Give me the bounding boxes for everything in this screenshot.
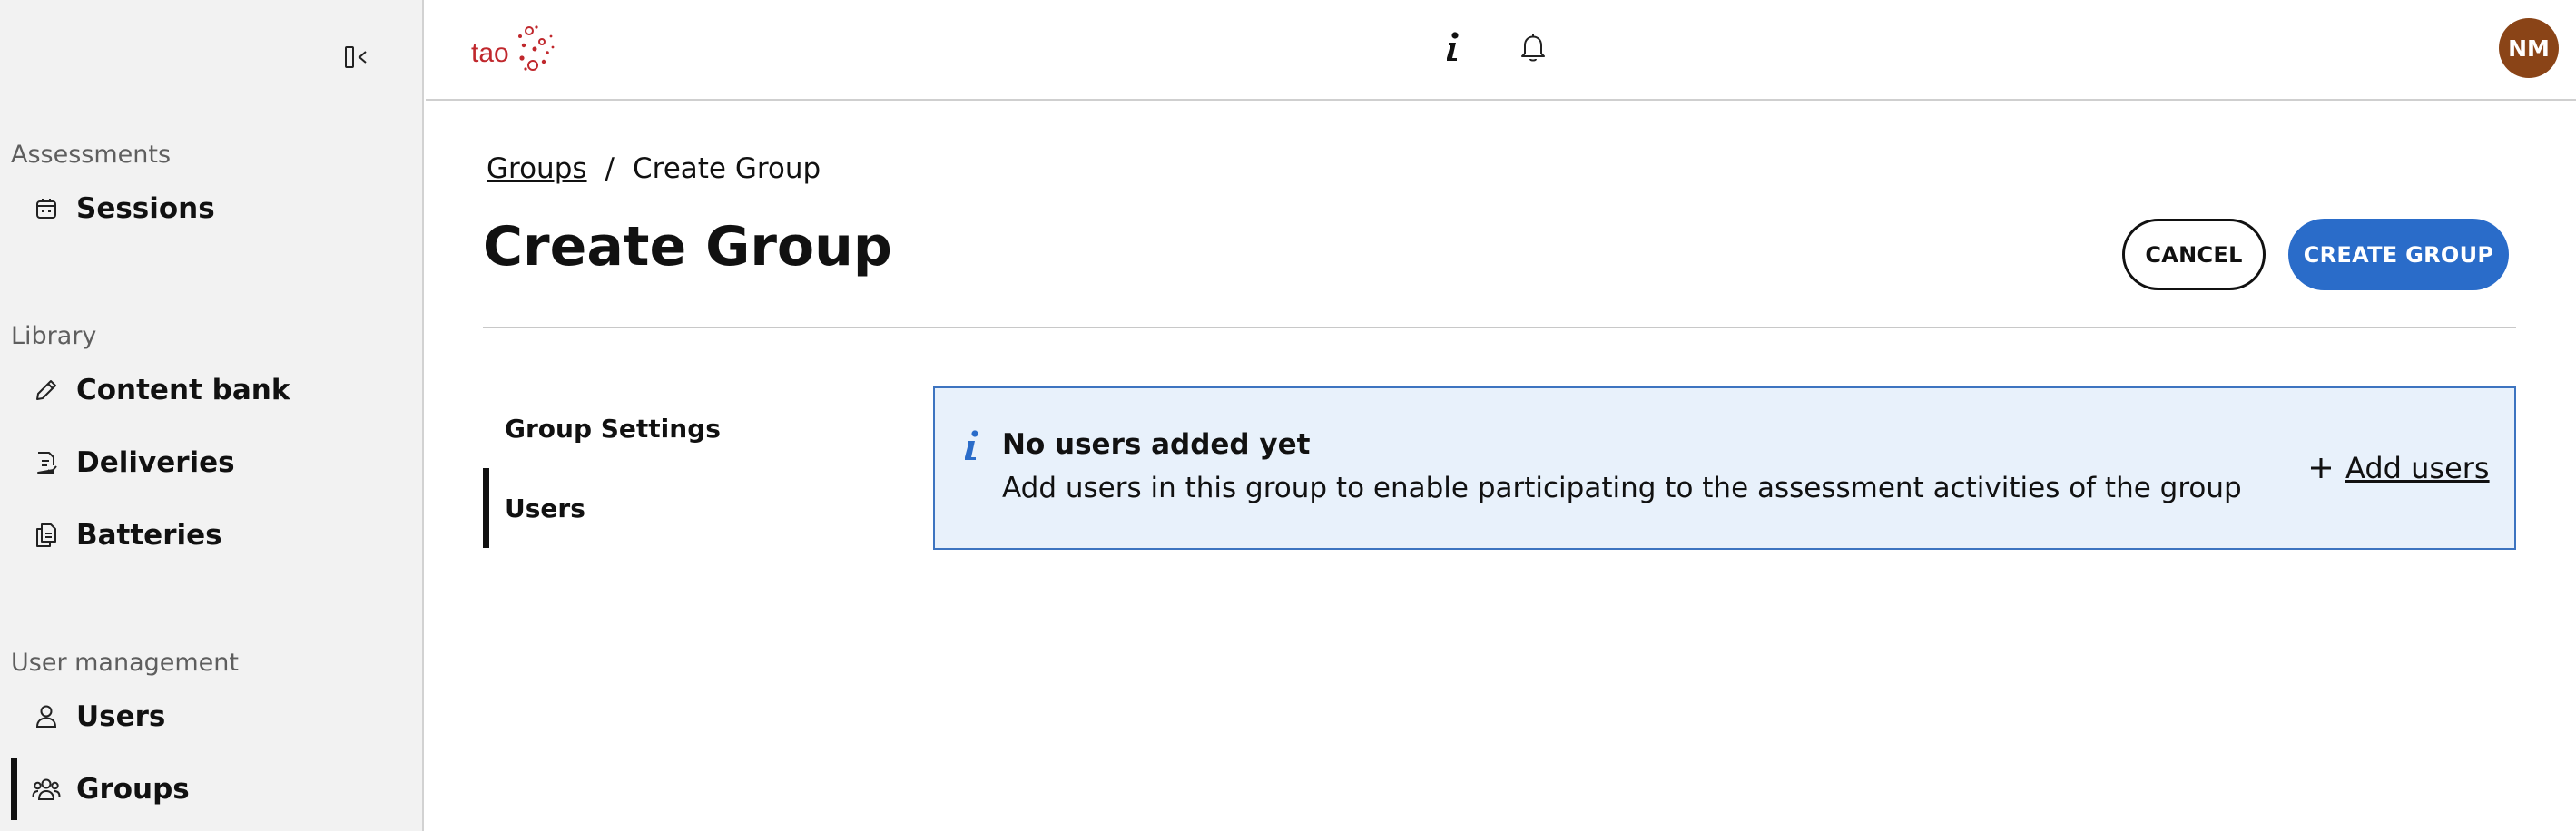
sidebar-item-content-bank[interactable]: Content bank [11, 361, 414, 419]
sidebar-collapse-icon [344, 45, 371, 73]
plus-icon [2307, 455, 2335, 482]
top-header: tao NM [426, 0, 2576, 101]
section-label-assessments: Assessments [11, 141, 172, 169]
user-avatar[interactable]: NM [2499, 18, 2559, 78]
add-users-button[interactable]: Add users [2307, 448, 2490, 488]
subnav-group-settings[interactable]: Group Settings [483, 388, 891, 468]
tao-logo[interactable]: tao [469, 22, 560, 78]
sidebar-item-sessions[interactable]: Sessions [11, 180, 414, 238]
sidebar-item-users[interactable]: Users [11, 688, 414, 746]
info-icon [962, 428, 989, 466]
calendar-icon [31, 193, 62, 224]
document-check-icon [31, 447, 62, 478]
subnav-users[interactable]: Users [483, 468, 891, 548]
info-panel-description: Add users in this group to enable partic… [1002, 472, 2242, 504]
breadcrumb-separator: / [605, 152, 615, 185]
sidebar-collapse-button[interactable] [339, 44, 376, 74]
page-title: Create Group [483, 215, 892, 279]
sidebar-item-batteries[interactable]: Batteries [11, 506, 414, 564]
user-icon [31, 701, 62, 732]
no-users-info-panel: No users added yet Add users in this gro… [933, 386, 2516, 550]
breadcrumb-link-groups[interactable]: Groups [487, 152, 587, 185]
sidebar-item-label: Sessions [76, 192, 215, 225]
cancel-button[interactable]: CANCEL [2122, 219, 2266, 290]
logo-text: tao [471, 38, 509, 68]
sidebar-item-label: Batteries [76, 519, 222, 552]
sidebar-item-label: Groups [76, 773, 190, 806]
bell-icon [1519, 32, 1547, 66]
sidebar-item-label: Deliveries [76, 446, 235, 479]
sidebar-item-label: Users [76, 700, 166, 733]
create-group-button[interactable]: CREATE GROUP [2288, 219, 2509, 290]
section-label-user-management: User management [11, 649, 239, 677]
info-panel-title: No users added yet [1002, 428, 1311, 461]
sidebar-item-deliveries[interactable]: Deliveries [11, 434, 414, 492]
breadcrumb: Groups / Create Group [487, 152, 821, 185]
pencil-icon [31, 375, 62, 406]
header-divider [483, 327, 2516, 328]
breadcrumb-current: Create Group [632, 152, 821, 185]
sidebar-item-label: Content bank [76, 374, 290, 406]
info-icon [1444, 31, 1462, 67]
sidebar-item-groups[interactable]: Groups [11, 758, 414, 820]
documents-icon [31, 520, 62, 551]
notifications-button[interactable] [1513, 29, 1553, 69]
sidebar: Assessments Sessions Library Content ban… [0, 0, 424, 831]
users-group-icon [31, 774, 62, 805]
info-button[interactable] [1433, 29, 1473, 69]
add-users-label: Add users [2345, 451, 2490, 485]
section-label-library: Library [11, 322, 97, 350]
